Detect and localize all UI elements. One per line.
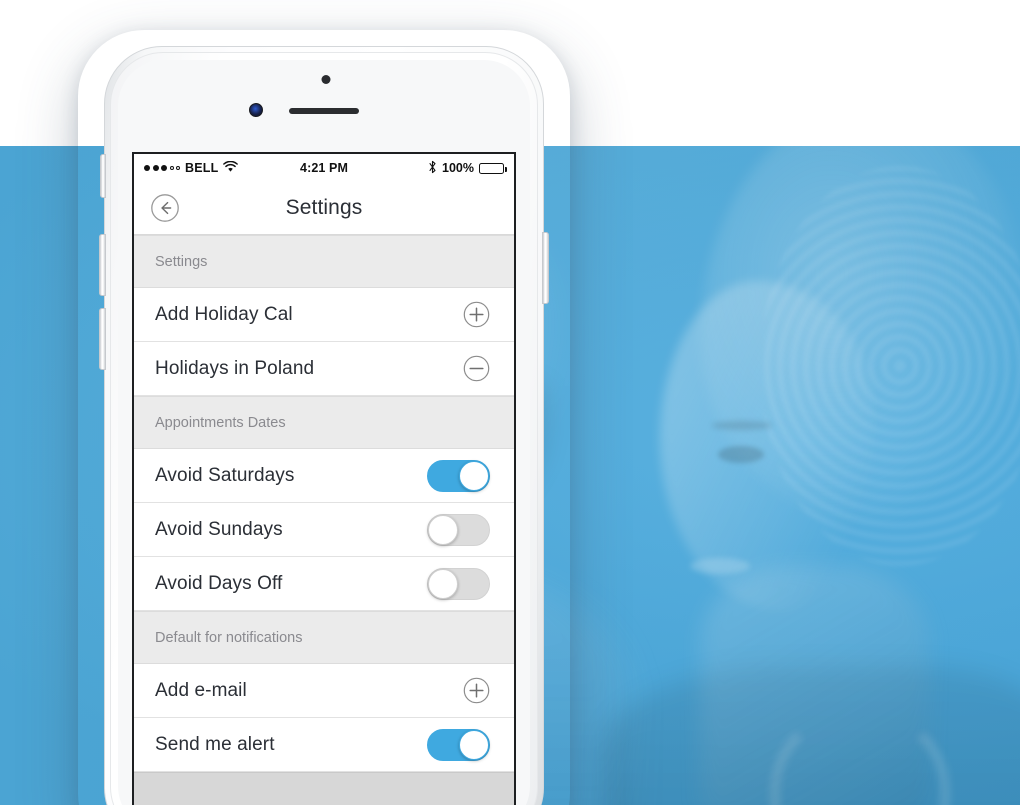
section-header-appointments-dates: Appointments Dates [134, 396, 514, 449]
phone-device: BELL 4:21 PM 100% Settings Settings Add … [99, 46, 549, 805]
wifi-icon [223, 160, 239, 176]
front-camera-icon [249, 103, 263, 117]
toggle-knob [459, 729, 489, 760]
plus-circle-icon[interactable] [463, 677, 490, 704]
list-item[interactable]: Holidays in Poland [134, 342, 514, 396]
volume-down-button[interactable] [99, 308, 106, 370]
toggle-knob [428, 514, 458, 545]
proximity-sensor-icon [321, 75, 331, 84]
silent-switch-button[interactable] [100, 154, 106, 198]
settings-list: Settings Add Holiday Cal Holidays in Pol… [134, 235, 514, 805]
row-label: Avoid Days Off [155, 572, 283, 594]
section-header-settings: Settings [134, 235, 514, 288]
volume-up-button[interactable] [99, 234, 106, 296]
carrier-name: BELL [185, 161, 219, 175]
phone-screen: BELL 4:21 PM 100% Settings Settings Add … [132, 152, 516, 805]
next-section-header-partial [134, 772, 514, 805]
toggle-avoid-sundays[interactable] [427, 513, 490, 546]
navigation-bar: Settings [134, 182, 514, 235]
list-item[interactable]: Add Holiday Cal [134, 288, 514, 342]
list-item[interactable]: Send me alert [134, 718, 514, 772]
page-title: Settings [285, 196, 363, 219]
row-label: Holidays in Poland [155, 357, 315, 379]
signal-dot-filled [144, 165, 150, 171]
signal-dot-empty [169, 166, 174, 170]
toggle-send-me-alert[interactable] [427, 728, 490, 761]
list-item[interactable]: Avoid Sundays [134, 503, 514, 557]
row-label: Add Holiday Cal [155, 303, 293, 325]
battery-icon [479, 162, 508, 174]
earpiece-speaker [289, 108, 359, 114]
minus-circle-icon[interactable] [463, 355, 490, 382]
signal-dot-filled [152, 165, 159, 171]
status-bar-clock: 4:21 PM [300, 161, 348, 175]
list-item[interactable]: Avoid Saturdays [134, 449, 514, 503]
section-header-default-for-notifications: Default for notifications [134, 611, 514, 664]
status-bar: BELL 4:21 PM 100% [134, 154, 514, 182]
signal-dot-filled [161, 165, 167, 171]
toggle-avoid-days-off[interactable] [427, 567, 490, 600]
toggle-avoid-saturdays[interactable] [427, 459, 490, 492]
battery-percent-label: 100% [442, 161, 475, 175]
list-item[interactable]: Add e-mail [134, 664, 514, 718]
toggle-knob [459, 460, 489, 491]
back-arrow-circle-icon[interactable] [150, 193, 180, 223]
bluetooth-icon [428, 160, 437, 177]
status-bar-left: BELL [144, 160, 300, 176]
status-bar-right: 100% [348, 160, 508, 177]
signal-strength-icon [144, 165, 180, 171]
row-label: Avoid Saturdays [155, 464, 295, 486]
screenshot-stage: BELL 4:21 PM 100% Settings Settings Add … [0, 0, 1020, 805]
row-label: Add e-mail [155, 679, 247, 701]
list-item[interactable]: Avoid Days Off [134, 557, 514, 611]
row-label: Send me alert [155, 733, 275, 755]
power-button[interactable] [542, 232, 549, 304]
toggle-knob [428, 568, 458, 599]
signal-dot-empty [176, 166, 180, 170]
row-label: Avoid Sundays [155, 518, 283, 540]
plus-circle-icon[interactable] [463, 301, 490, 328]
